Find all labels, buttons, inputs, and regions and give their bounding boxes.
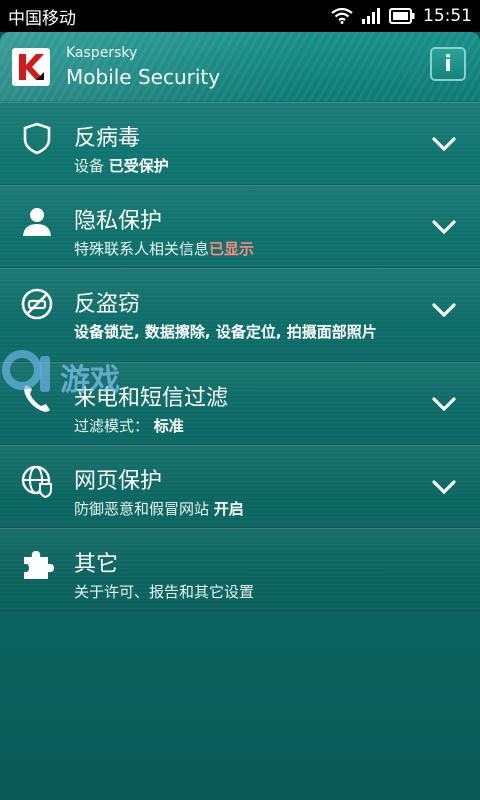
chevron-down-icon[interactable] bbox=[432, 219, 456, 235]
status-icons: 15:51 bbox=[331, 6, 472, 26]
person-icon bbox=[23, 208, 51, 236]
brand-name: Kaspersky bbox=[66, 45, 138, 61]
menu-item-title: 隐私保护 bbox=[74, 209, 163, 234]
status-text: 设备锁定, 数据擦除, 设备定位, 拍摄面部照片 bbox=[74, 323, 377, 341]
status-text: 标准 bbox=[153, 417, 184, 435]
kaspersky-logo-icon bbox=[12, 48, 50, 86]
wifi-icon bbox=[331, 8, 353, 24]
menu-item-antivirus[interactable]: 反病毒 设备 已受保护 bbox=[0, 102, 480, 185]
subtitle-text: 防御恶意和假冒网站 bbox=[74, 500, 214, 518]
menu-item-anti-theft[interactable]: 反盗窃 设备锁定, 数据擦除, 设备定位, 拍摄面部照片 bbox=[0, 268, 480, 362]
puzzle-icon bbox=[24, 551, 54, 579]
status-text: 已受保护 bbox=[108, 157, 169, 175]
product-name: Mobile Security bbox=[66, 65, 221, 89]
menu-item-title: 来电和短信过滤 bbox=[74, 386, 229, 411]
anti-theft-icon bbox=[21, 288, 53, 320]
subtitle-text: 过滤模式： bbox=[74, 417, 154, 435]
subtitle-text: 关于许可、报告和其它设置 bbox=[74, 583, 255, 601]
status-bar: 中国移动 15:51 bbox=[0, 0, 480, 32]
subtitle-text: 特殊联系人相关信息 bbox=[74, 240, 210, 258]
chevron-down-icon[interactable] bbox=[432, 302, 456, 318]
menu-item-web-protection[interactable]: 网页保护 防御恶意和假冒网站 开启 bbox=[0, 445, 480, 528]
menu-item-subtitle: 特殊联系人相关信息已显示 bbox=[74, 239, 410, 260]
menu-item-title: 其它 bbox=[74, 552, 119, 577]
subtitle-text: 设备 bbox=[74, 157, 109, 175]
menu-item-title: 网页保护 bbox=[74, 469, 163, 494]
signal-icon bbox=[362, 8, 380, 24]
phone-filter-icon bbox=[24, 385, 50, 412]
menu-item-title: 反盗窃 bbox=[74, 292, 141, 317]
menu-item-other[interactable]: 其它 关于许可、报告和其它设置 bbox=[0, 528, 480, 611]
status-text: 已显示 bbox=[209, 240, 255, 258]
chevron-down-icon[interactable] bbox=[432, 136, 456, 152]
menu-item-subtitle: 过滤模式： 标准 bbox=[74, 416, 410, 437]
app-window: Kaspersky Mobile Security i 反病毒 设备 已受保护 … bbox=[0, 32, 480, 800]
clock-label: 15:51 bbox=[423, 6, 472, 26]
chevron-down-icon[interactable] bbox=[432, 479, 456, 495]
app-header: Kaspersky Mobile Security i bbox=[0, 32, 480, 102]
menu-item-subtitle: 设备 已受保护 bbox=[74, 156, 410, 177]
chevron-down-icon[interactable] bbox=[432, 396, 456, 412]
info-button[interactable]: i bbox=[430, 47, 466, 81]
battery-icon bbox=[389, 8, 415, 24]
shield-icon bbox=[23, 122, 51, 155]
menu-item-privacy[interactable]: 隐私保护 特殊联系人相关信息已显示 bbox=[0, 185, 480, 268]
menu-item-title: 反病毒 bbox=[74, 126, 141, 151]
status-text: 开启 bbox=[213, 500, 244, 518]
web-globe-icon bbox=[21, 465, 52, 498]
menu-item-subtitle: 设备锁定, 数据擦除, 设备定位, 拍摄面部照片 bbox=[74, 322, 410, 343]
menu-item-subtitle: 防御恶意和假冒网站 开启 bbox=[74, 499, 410, 520]
info-icon: i bbox=[444, 51, 452, 77]
menu-item-call-sms-filter[interactable]: 来电和短信过滤 过滤模式： 标准 bbox=[0, 362, 480, 445]
menu-item-subtitle: 关于许可、报告和其它设置 bbox=[74, 582, 410, 603]
carrier-label: 中国移动 bbox=[8, 8, 76, 29]
